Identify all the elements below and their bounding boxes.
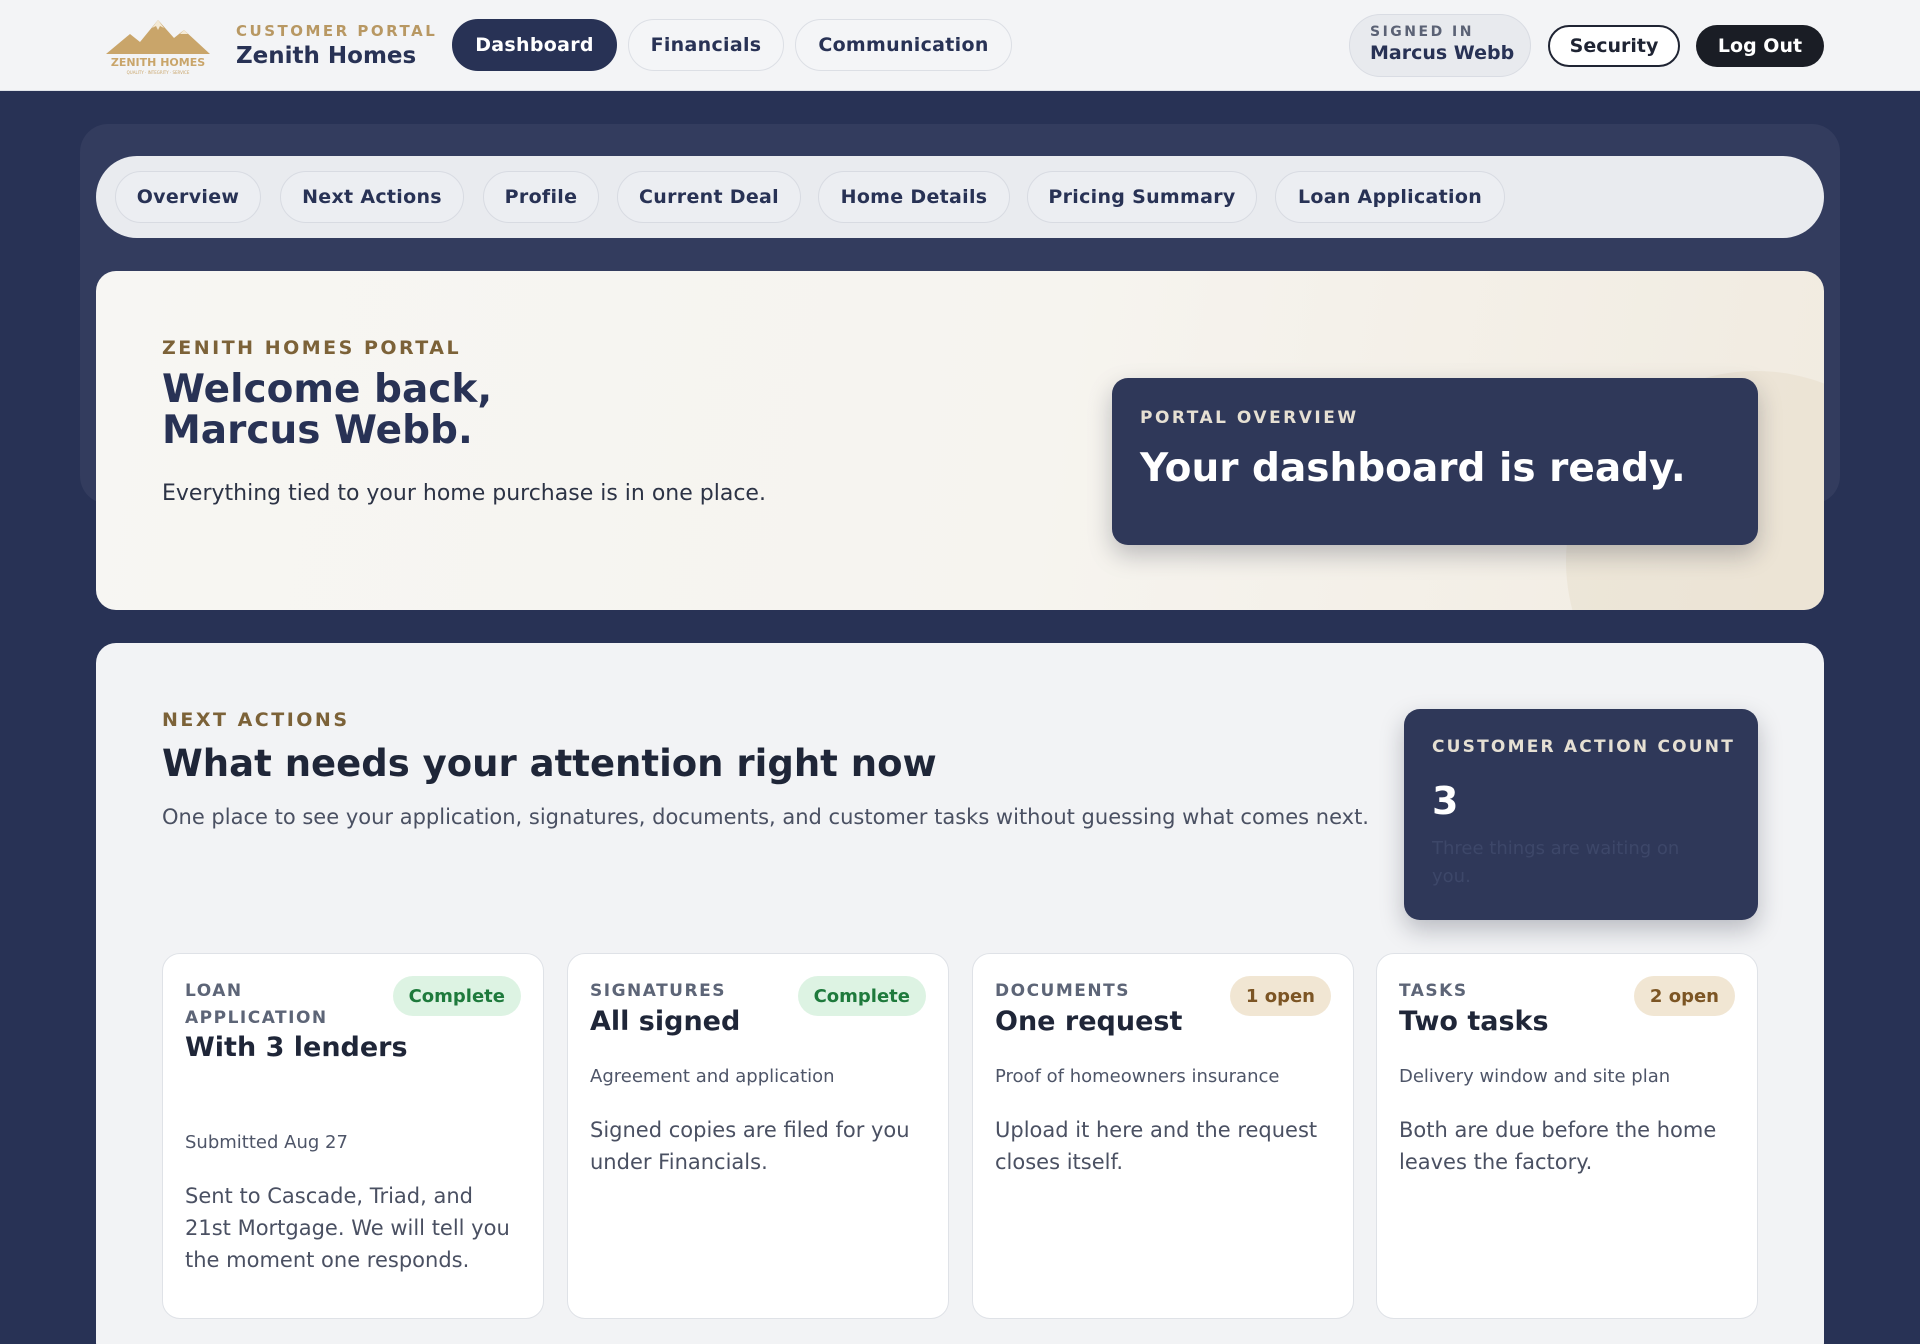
documents-card[interactable]: Documents 1 open One request Proof of ho…	[972, 953, 1354, 1319]
card-meta: Delivery window and site plan	[1399, 1066, 1671, 1087]
card-title: With 3 lenders	[185, 1032, 408, 1063]
tab-next-actions[interactable]: Next Actions	[280, 171, 464, 223]
tab-current-deal[interactable]: Current Deal	[617, 171, 801, 223]
signatures-card[interactable]: Signatures Complete All signed Agreement…	[567, 953, 949, 1319]
card-title: Two tasks	[1399, 1006, 1549, 1037]
portal-overview-card: PORTAL OVERVIEW Your dashboard is ready.	[1112, 378, 1758, 545]
card-title: All signed	[590, 1006, 741, 1037]
next-actions-section: NEXT ACTIONS What needs your attention r…	[96, 643, 1824, 1344]
next-actions-title: What needs your attention right now	[162, 742, 937, 785]
signed-in-label: SIGNED IN	[1370, 24, 1474, 40]
tab-loan-application[interactable]: Loan Application	[1275, 171, 1505, 223]
status-badge: 1 open	[1229, 976, 1331, 1016]
portal-overview-title: Your dashboard is ready.	[1140, 446, 1686, 491]
status-badge: Complete	[392, 976, 521, 1016]
action-count-note: Three things are waiting on you.	[1432, 838, 1680, 887]
welcome-hero: ZENITH HOMES PORTAL Welcome back, Marcus…	[96, 271, 1824, 610]
top-bar: ZENITH HOMES QUALITY · INTEGRITY · SERVI…	[0, 0, 1920, 91]
tab-profile[interactable]: Profile	[483, 171, 599, 223]
mountain-logo-icon: ZENITH HOMES QUALITY · INTEGRITY · SERVI…	[106, 20, 210, 75]
zenith-homes-logo[interactable]: ZENITH HOMES QUALITY · INTEGRITY · SERVI…	[100, 14, 216, 76]
loan-application-card[interactable]: Loan Application Complete With 3 lenders…	[162, 953, 544, 1319]
section-tabs: Overview Next Actions Profile Current De…	[96, 156, 1824, 238]
welcome-title: Welcome back, Marcus Webb.	[162, 367, 493, 453]
hero-eyebrow: ZENITH HOMES PORTAL	[162, 337, 462, 359]
card-body: Both are due before the home leaves the …	[1399, 1118, 1717, 1174]
card-body: Upload it here and the request closes it…	[995, 1118, 1318, 1174]
action-count-value: 3	[1432, 779, 1459, 823]
tab-overview[interactable]: Overview	[115, 171, 261, 223]
brand-block: CUSTOMER PORTAL Zenith Homes	[236, 22, 437, 69]
card-body: Sent to Cascade, Triad, and 21st Mortgag…	[185, 1184, 510, 1272]
card-meta: Submitted Aug 27	[185, 1132, 348, 1153]
nav-financials[interactable]: Financials	[628, 19, 784, 71]
card-meta: Proof of homeowners insurance	[995, 1066, 1280, 1087]
card-title: One request	[995, 1006, 1183, 1037]
action-count-label: CUSTOMER ACTION COUNT	[1432, 737, 1736, 757]
card-body: Signed copies are filed for you under Fi…	[590, 1118, 910, 1174]
card-label: Documents	[995, 981, 1130, 1001]
security-button[interactable]: Security	[1548, 25, 1680, 67]
card-label: Loan Application	[185, 981, 328, 1028]
nav-communication[interactable]: Communication	[795, 19, 1012, 71]
signed-in-badge: SIGNED IN Marcus Webb	[1349, 14, 1531, 77]
status-badge: 2 open	[1633, 976, 1735, 1016]
customer-action-count-card: CUSTOMER ACTION COUNT 3 Three things are…	[1404, 709, 1758, 920]
logo-wordmark: ZENITH HOMES	[111, 56, 205, 69]
brand-eyebrow: CUSTOMER PORTAL	[236, 22, 438, 40]
nav-dashboard[interactable]: Dashboard	[452, 19, 617, 71]
brand-name: Zenith Homes	[236, 43, 417, 69]
card-label: Signatures	[590, 981, 726, 1001]
next-actions-eyebrow: NEXT ACTIONS	[162, 709, 350, 731]
tab-home-details[interactable]: Home Details	[818, 171, 1010, 223]
portal-overview-label: PORTAL OVERVIEW	[1140, 408, 1359, 428]
tab-pricing-summary[interactable]: Pricing Summary	[1027, 171, 1257, 223]
log-out-button[interactable]: Log Out	[1696, 25, 1824, 67]
card-label: Tasks	[1399, 981, 1468, 1001]
tasks-card[interactable]: Tasks 2 open Two tasks Delivery window a…	[1376, 953, 1758, 1319]
welcome-subtitle: Everything tied to your home purchase is…	[162, 481, 766, 506]
card-meta: Agreement and application	[590, 1066, 835, 1087]
next-actions-description: One place to see your application, signa…	[162, 805, 1369, 829]
logo-tagline: QUALITY · INTEGRITY · SERVICE	[127, 70, 190, 75]
signed-in-name: Marcus Webb	[1370, 42, 1515, 64]
